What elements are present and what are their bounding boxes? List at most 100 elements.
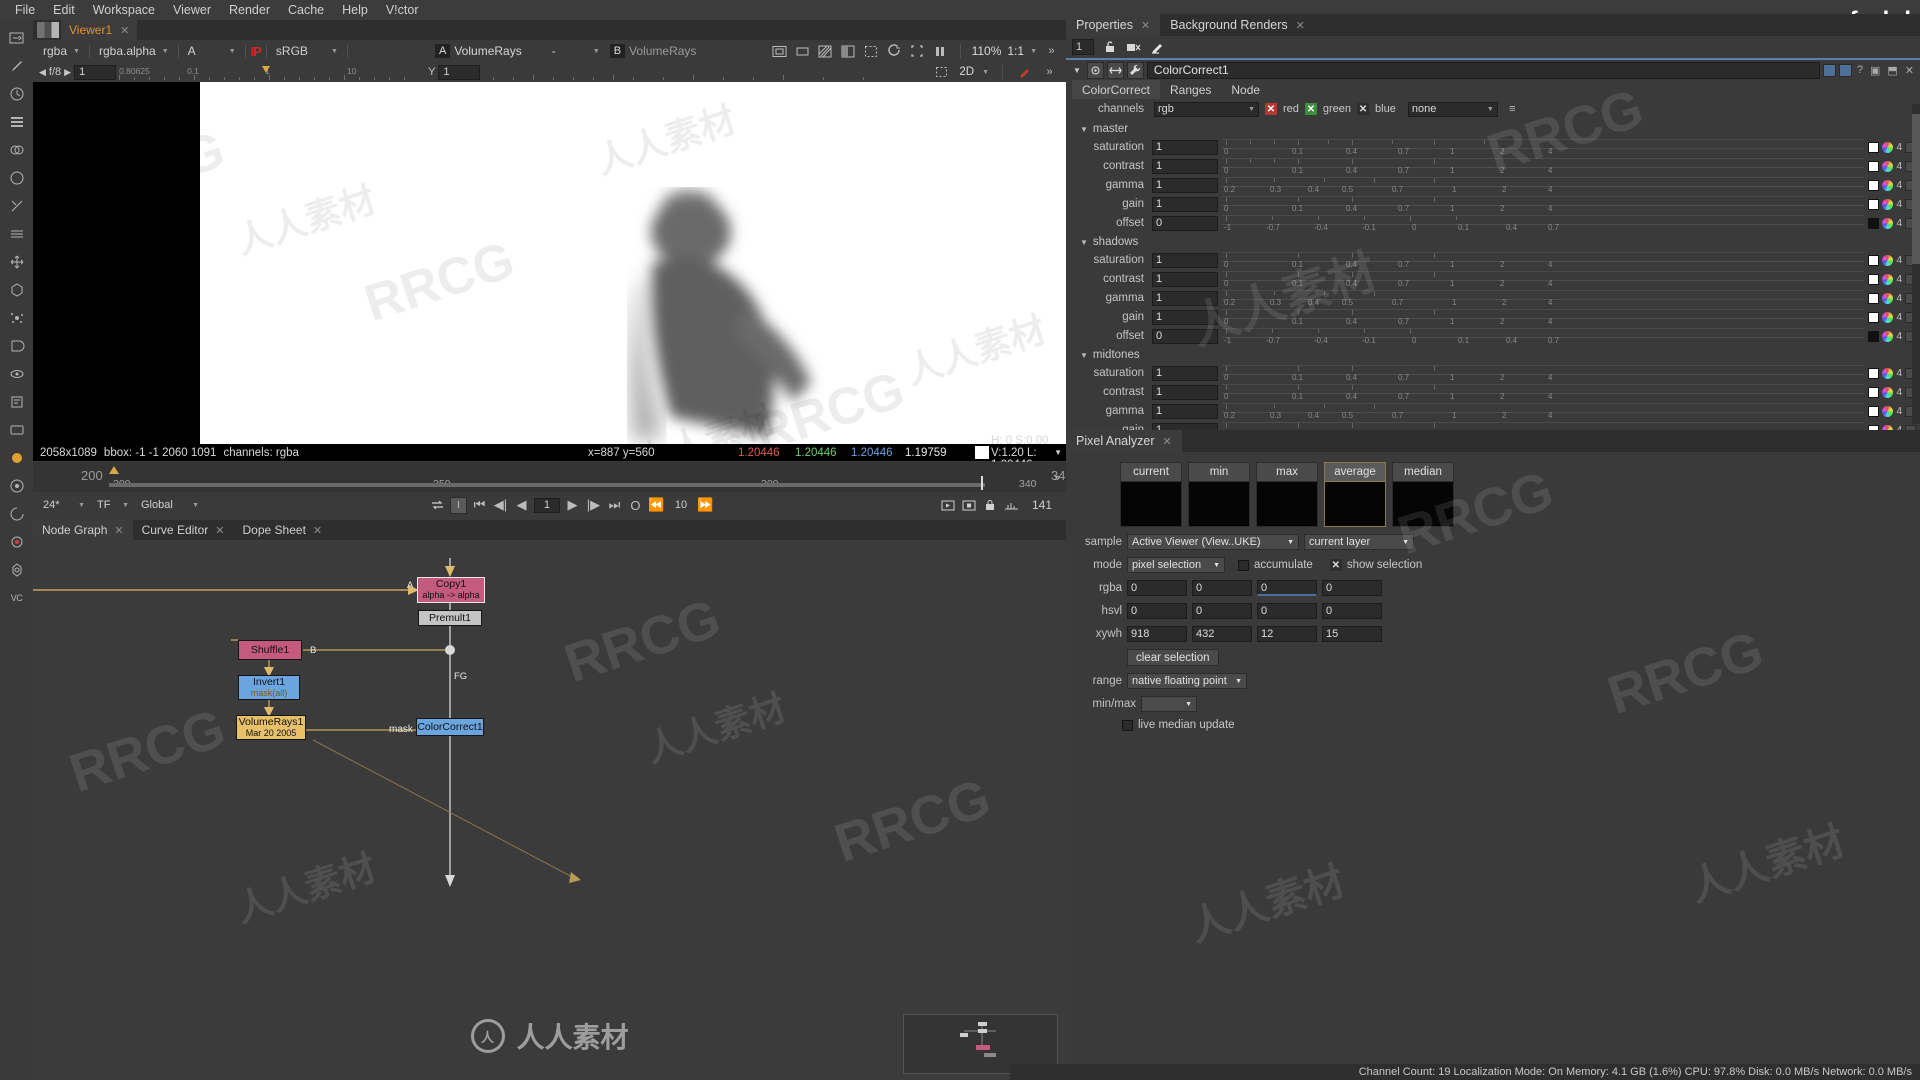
color-wheel-icon[interactable] [1882, 405, 1894, 417]
expand-chevrons-icon[interactable]: » [1043, 43, 1060, 60]
y-ruler[interactable] [483, 64, 904, 80]
input-b-value[interactable]: VolumeRays [629, 44, 696, 58]
hsvl-l-input[interactable]: 0 [1322, 603, 1382, 619]
param-keyframe-icon[interactable] [1868, 141, 1880, 153]
param-keyframe-icon[interactable] [1868, 160, 1880, 172]
param-input[interactable]: 1 [1152, 177, 1218, 193]
panel-grip-icon[interactable] [37, 22, 59, 38]
param-keyframe-icon[interactable] [1868, 254, 1880, 266]
close-icon[interactable]: ✕ [215, 524, 224, 537]
channels-dropdown[interactable]: rgba ▼ [39, 42, 84, 60]
proxy-mode-icon[interactable] [771, 43, 788, 60]
metadata-icon[interactable] [4, 390, 30, 414]
menu-item-workspace[interactable]: Workspace [84, 0, 164, 20]
input-a-value[interactable]: VolumeRays [454, 44, 521, 58]
node-color-swatch-1[interactable] [1822, 63, 1836, 77]
channel-count-label[interactable]: 4 [1896, 180, 1902, 191]
zoom-level[interactable]: 110% [972, 44, 1002, 58]
layer-dropdown[interactable]: rgba.alpha ▼ [94, 42, 173, 60]
tf-dropdown[interactable]: TF ▼ [93, 496, 133, 514]
section-master[interactable]: ▼ master [1066, 121, 1920, 137]
channel-count-label[interactable]: 4 [1896, 312, 1902, 323]
color-wheel-icon[interactable] [1882, 273, 1894, 285]
param-input[interactable]: 1 [1152, 422, 1218, 430]
param-slider[interactable]: 00.10.4 0.7124 [1222, 196, 1865, 213]
hsvl-h-input[interactable]: 0 [1127, 603, 1187, 619]
param-input[interactable]: 1 [1152, 365, 1218, 381]
plugin-icon[interactable] [4, 530, 30, 554]
show-selection-checkbox[interactable]: ✕ [1329, 559, 1342, 571]
menu-item-render[interactable]: Render [220, 0, 279, 20]
render-play-icon[interactable] [940, 497, 957, 514]
color-wheel-icon[interactable] [1882, 179, 1894, 191]
section-shadows[interactable]: ▼ shadows [1066, 234, 1920, 250]
float-panel-icon[interactable]: ▣ [1868, 64, 1882, 77]
xywh-h-input[interactable]: 15 [1322, 626, 1382, 642]
channel-count-label[interactable]: 4 [1896, 199, 1902, 210]
xywh-w-input[interactable]: 12 [1257, 626, 1317, 642]
param-input[interactable]: 1 [1152, 139, 1218, 155]
node-volumerays1[interactable]: VolumeRays1 Mar 20 2005 [236, 715, 306, 740]
filter-icon[interactable] [4, 166, 30, 190]
menu-item-edit[interactable]: Edit [44, 0, 84, 20]
wipe-icon[interactable] [840, 43, 857, 60]
mask-dropdown[interactable]: none ▼ [1407, 101, 1498, 117]
time-icon[interactable] [4, 82, 30, 106]
format-box-icon[interactable] [794, 43, 811, 60]
particles-icon[interactable] [4, 306, 30, 330]
help-icon[interactable]: ? [1855, 64, 1865, 76]
close-icon[interactable]: ✕ [1903, 64, 1916, 77]
param-slider[interactable]: -1 -0.7 -0.4 -0.1 0 0.1 0.4 0.7 [1222, 328, 1865, 345]
toolsets-icon[interactable] [4, 418, 30, 442]
swatch-min[interactable]: min [1188, 462, 1250, 527]
timeline-expand-icon[interactable]: » [1054, 472, 1060, 484]
roi-icon[interactable] [863, 43, 880, 60]
roi-select-icon[interactable] [934, 64, 951, 81]
param-input[interactable]: 1 [1152, 196, 1218, 212]
rgba-b-input[interactable]: 0 [1257, 580, 1317, 596]
param-input[interactable]: 0 [1152, 215, 1218, 231]
other-icon[interactable] [4, 446, 30, 470]
frame-value-input[interactable]: 1 [74, 64, 117, 80]
pause-icon[interactable] [932, 43, 949, 60]
properties-scrollbar-thumb[interactable] [1912, 114, 1920, 264]
node-color-swatch-2[interactable] [1838, 63, 1852, 77]
clear-icon[interactable] [1125, 39, 1142, 56]
refresh-icon[interactable] [886, 43, 903, 60]
param-input[interactable]: 1 [1152, 290, 1218, 306]
close-icon[interactable]: ✕ [1296, 19, 1305, 32]
hsvl-s-input[interactable]: 0 [1192, 603, 1252, 619]
param-input[interactable]: 1 [1152, 252, 1218, 268]
views-icon[interactable] [4, 362, 30, 386]
param-input[interactable]: 0 [1152, 328, 1218, 344]
image-icon[interactable] [4, 26, 30, 50]
color-icon[interactable] [4, 138, 30, 162]
param-keyframe-icon[interactable] [1868, 424, 1880, 430]
color-wheel-icon[interactable] [1882, 424, 1894, 430]
swatch-average[interactable]: average [1324, 462, 1386, 527]
blue-toggle-icon[interactable]: ✕ [1357, 103, 1370, 115]
channel-count-label[interactable]: 4 [1896, 255, 1902, 266]
skip-first-icon[interactable]: ⏮ [471, 497, 488, 514]
param-keyframe-icon[interactable] [1868, 292, 1880, 304]
param-slider[interactable]: 0.2 0.3 0.4 0.5 0.7 1 24 [1222, 290, 1865, 307]
xywh-y-input[interactable]: 432 [1192, 626, 1252, 642]
param-keyframe-icon[interactable] [1868, 198, 1880, 210]
color-wheel-icon[interactable] [1882, 160, 1894, 172]
ocio-icon[interactable] [4, 558, 30, 582]
param-keyframe-icon[interactable] [1868, 386, 1880, 398]
viewer-canvas[interactable]: RRCG RRCG RRCG 人人素材 人人素材 人人素材 人人素材 [33, 82, 1066, 444]
fullframe-icon[interactable] [909, 43, 926, 60]
swatch-max[interactable]: max [1256, 462, 1318, 527]
swatch-current[interactable]: current [1120, 462, 1182, 527]
rgba-g-input[interactable]: 0 [1192, 580, 1252, 596]
param-keyframe-icon[interactable] [1868, 311, 1880, 323]
channel-count-label[interactable]: 4 [1896, 368, 1902, 379]
menu-item-file[interactable]: File [6, 0, 44, 20]
param-keyframe-icon[interactable] [1868, 273, 1880, 285]
menu-item-help[interactable]: Help [333, 0, 377, 20]
play-backward-icon[interactable]: ◀ [513, 497, 530, 514]
param-slider[interactable]: 00.10.4 0.7124 [1222, 158, 1865, 175]
skip-last-icon[interactable]: ⏭ [606, 497, 623, 514]
prev-key-icon[interactable]: ◀ [39, 67, 46, 78]
